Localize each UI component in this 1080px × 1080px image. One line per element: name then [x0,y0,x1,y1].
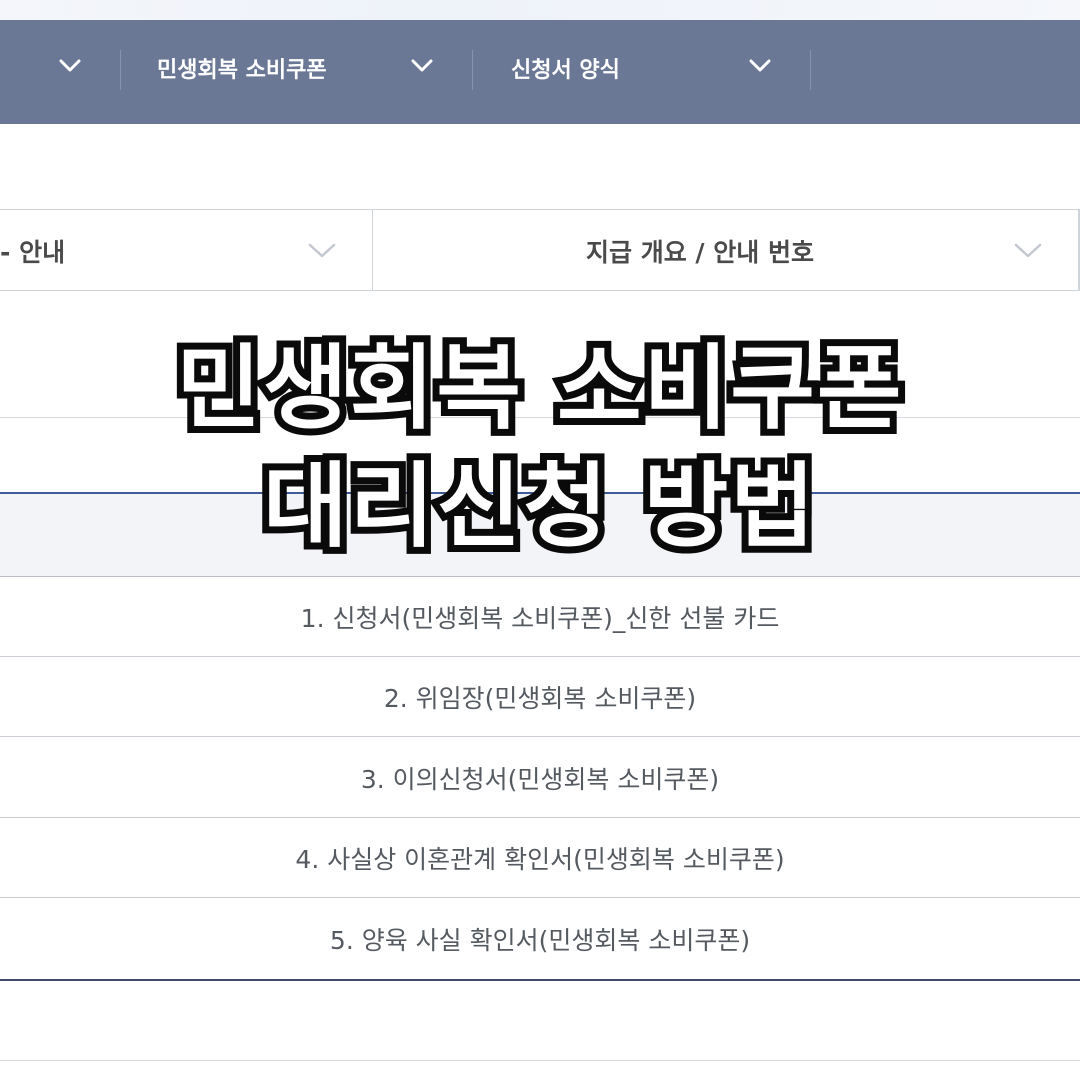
form-title[interactable]: 3. 이의신청서(민생회복 소비쿠폰) [361,760,719,796]
form-download-row[interactable]: 5. 양육 사실 확인서(민생회복 소비쿠폰) [0,899,1080,981]
chevron-down-icon[interactable] [748,58,772,74]
page-header-strip [0,0,1080,20]
category-selector-row: - 안내 지급 개요 / 안내 번호 [0,209,1080,291]
page-divider [0,1060,1080,1061]
overlay-title-line-2: 대리신청 방법 [256,446,822,567]
form-title[interactable]: 1. 신청서(민생회복 소비쿠폰)_신한 선불 카드 [301,599,780,635]
form-download-row[interactable]: 3. 이의신청서(민생회복 소비쿠폰) [0,738,1080,818]
chevron-down-icon[interactable] [1014,243,1042,259]
form-title[interactable]: 2. 위임장(민생회복 소비쿠폰) [384,679,696,715]
nav-item-application-forms[interactable]: 신청서 양식 [511,60,620,82]
form-download-row[interactable]: 1. 신청서(민생회복 소비쿠폰)_신한 선불 카드 [0,577,1080,657]
selector-right-label[interactable]: 지급 개요 / 안내 번호 [586,240,814,265]
selector-left-label[interactable]: - 안내 [0,240,65,265]
form-download-row[interactable]: 2. 위임장(민생회복 소비쿠폰) [0,657,1080,737]
nav-divider [472,50,473,90]
nav-item-consumer-coupon[interactable]: 민생회복 소비쿠폰 [157,60,327,82]
form-title[interactable]: 5. 양육 사실 확인서(민생회복 소비쿠폰) [330,921,750,957]
form-download-row[interactable]: 4. 사실상 이혼관계 확인서(민생회복 소비쿠폰) [0,818,1080,898]
nav-divider [810,50,811,90]
form-title[interactable]: 4. 사실상 이혼관계 확인서(민생회복 소비쿠폰) [295,840,784,876]
top-navigation-bar: 민생회복 소비쿠폰 신청서 양식 [0,20,1080,124]
nav-divider [120,50,121,90]
chevron-down-icon[interactable] [58,58,82,74]
overlay-title: 민생회복 소비쿠폰 대리신청 방법 [0,328,1080,567]
chevron-down-icon[interactable] [410,58,434,74]
chevron-down-icon[interactable] [308,243,336,259]
selector-divider [372,210,373,290]
overlay-title-line-1: 민생회복 소비쿠폰 [169,328,908,449]
